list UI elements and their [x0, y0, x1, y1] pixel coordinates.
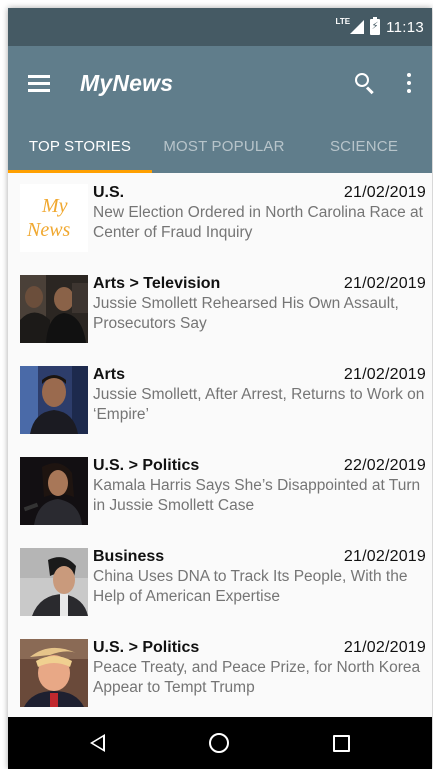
list-item[interactable]: My News U.S. 21/02/2019 New Election Ord…	[8, 173, 432, 264]
article-headline: New Election Ordered in North Carolina R…	[93, 204, 423, 241]
list-item[interactable]: U.S. > Politics 22/02/2019 Kamala Harris…	[8, 446, 432, 537]
signal-icon	[350, 20, 365, 34]
system-nav-bar	[8, 717, 432, 769]
article-section: Arts	[93, 366, 126, 383]
battery-charging-icon	[370, 17, 381, 35]
article-section: U.S. > Politics	[93, 639, 200, 656]
article-headline: Peace Treaty, and Peace Prize, for North…	[93, 659, 421, 696]
article-section: U.S. > Politics	[93, 457, 200, 474]
article-section: U.S.	[93, 184, 125, 201]
more-vert-icon[interactable]	[406, 73, 412, 93]
article-photo	[20, 275, 88, 343]
tab-science[interactable]: Science	[296, 120, 432, 173]
phone-screen: LTE 11:13 MyNews Top Stories Most Popula…	[8, 8, 432, 769]
lte-indicator: LTE	[335, 16, 351, 26]
hamburger-icon[interactable]	[28, 75, 50, 92]
logo-line-1: My	[41, 195, 68, 217]
recents-icon[interactable]	[333, 734, 350, 752]
article-date: 22/02/2019	[343, 457, 426, 474]
status-bar: LTE 11:13	[8, 8, 432, 46]
search-icon[interactable]	[354, 72, 376, 95]
app-toolbar: MyNews	[8, 46, 432, 120]
article-headline: Jussie Smollett, After Arrest, Returns t…	[93, 386, 425, 423]
tab-most-popular[interactable]: Most Popular	[152, 120, 296, 173]
article-photo	[20, 548, 88, 616]
list-item[interactable]: Arts > Television 21/02/2019 Jussie Smol…	[8, 264, 432, 355]
app-title: MyNews	[80, 69, 174, 96]
article-section: Business	[93, 548, 165, 565]
article-photo	[20, 366, 88, 434]
back-icon[interactable]	[90, 734, 105, 752]
article-headline: Kamala Harris Says She’s Disappointed at…	[93, 477, 421, 514]
article-headline: Jussie Smollett Rehearsed His Own Assaul…	[93, 295, 399, 332]
status-clock: 11:13	[386, 18, 424, 36]
article-photo	[20, 457, 88, 525]
home-icon[interactable]	[209, 733, 229, 753]
tab-bar: Top Stories Most Popular Science	[8, 120, 432, 173]
article-date: 21/02/2019	[343, 639, 426, 656]
list-item[interactable]: Arts 21/02/2019 Jussie Smollett, After A…	[8, 355, 432, 446]
tab-top-stories[interactable]: Top Stories	[8, 120, 152, 173]
article-date: 21/02/2019	[343, 275, 426, 292]
article-date: 21/02/2019	[343, 366, 426, 383]
article-date: 21/02/2019	[343, 548, 426, 565]
article-headline: China Uses DNA to Track Its People, With…	[93, 568, 408, 605]
article-photo	[20, 639, 88, 707]
article-list: My News U.S. 21/02/2019 New Election Ord…	[8, 173, 432, 717]
article-date: 21/02/2019	[343, 184, 426, 201]
logo-line-2: News	[26, 219, 71, 241]
list-item[interactable]: U.S. > Politics 21/02/2019 Peace Treaty,…	[8, 628, 432, 717]
article-section: Arts > Television	[93, 275, 221, 292]
mynews-logo-thumbnail: My News	[20, 184, 88, 252]
list-item[interactable]: Business 21/02/2019 China Uses DNA to Tr…	[8, 537, 432, 628]
